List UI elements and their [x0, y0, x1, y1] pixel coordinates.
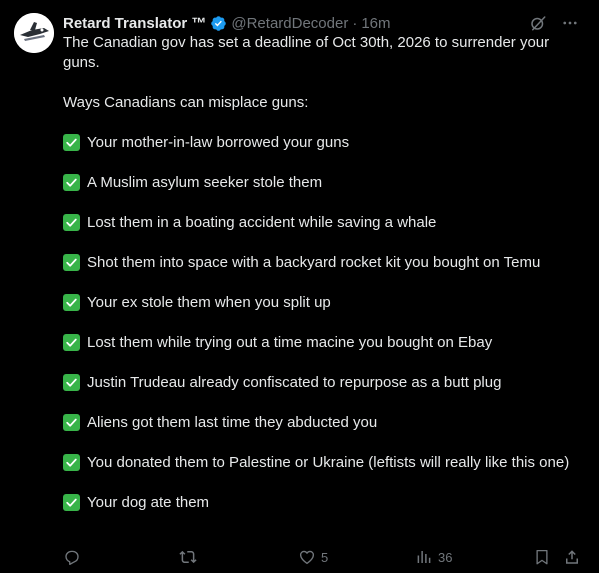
list-item-text: Your ex stole them when you split up: [87, 294, 331, 311]
views-icon: [417, 551, 431, 563]
views-count: 36: [438, 549, 453, 565]
tweet-intro: The Canadian gov has set a deadline of O…: [63, 34, 550, 71]
list-item-text: Justin Trudeau already confiscated to re…: [87, 374, 502, 391]
tweet-list: Your mother-in-law borrowed your guns A M…: [63, 133, 583, 513]
more-icon[interactable]: [561, 14, 579, 32]
list-item-text: You donated them to Palestine or Ukraine…: [87, 454, 570, 471]
check-mark-icon: [63, 214, 80, 231]
tweet-text: The Canadian gov has set a deadline of O…: [63, 33, 583, 513]
list-item-text: A Muslim asylum seeker stole them: [87, 174, 323, 191]
avatar[interactable]: [14, 13, 54, 53]
check-mark-icon: [63, 454, 80, 471]
check-mark-icon: [63, 254, 80, 271]
share-button[interactable]: [563, 546, 581, 568]
list-item: Your ex stole them when you split up: [63, 293, 583, 313]
tweet-lead: Ways Canadians can misplace guns:: [63, 94, 309, 111]
list-item: Your mother-in-law borrowed your guns: [63, 133, 583, 153]
check-mark-icon: [63, 374, 80, 391]
author-handle[interactable]: @RetardDecoder: [231, 15, 348, 32]
list-item: A Muslim asylum seeker stole them: [63, 173, 583, 193]
list-item: Lost them in a boating accident while sa…: [63, 213, 583, 233]
reply-icon: [65, 550, 79, 566]
check-mark-icon: [63, 134, 80, 151]
check-mark-icon: [63, 494, 80, 511]
list-item: You donated them to Palestine or Ukraine…: [63, 453, 583, 473]
like-button[interactable]: 5: [298, 546, 328, 568]
check-mark-icon: [63, 414, 80, 431]
bookmark-icon: [536, 549, 548, 565]
share-icon: [566, 550, 578, 564]
check-mark-icon: [63, 334, 80, 351]
header-actions: [529, 12, 579, 34]
tweet-header: Retard Translator ™ @RetardDecoder · 16m: [63, 12, 579, 34]
list-item: Justin Trudeau already confiscated to re…: [63, 373, 583, 393]
author-name[interactable]: Retard Translator ™: [63, 15, 206, 32]
check-mark-icon: [63, 294, 80, 311]
verified-badge-icon: [211, 15, 227, 31]
list-item-text: Your mother-in-law borrowed your guns: [87, 134, 350, 151]
check-mark-icon: [63, 174, 80, 191]
grok-icon[interactable]: [529, 14, 547, 32]
list-item: Your dog ate them: [63, 493, 583, 513]
list-item-text: Shot them into space with a backyard roc…: [87, 254, 541, 271]
list-item: Aliens got them last time they abducted …: [63, 413, 583, 433]
list-item: Lost them while trying out a time macine…: [63, 333, 583, 353]
views-button[interactable]: 36: [415, 546, 452, 568]
separator-dot: ·: [352, 14, 358, 32]
list-item-text: Lost them in a boating accident while sa…: [87, 214, 437, 231]
list-item-text: Aliens got them last time they abducted …: [87, 414, 378, 431]
retweet-icon: [179, 550, 197, 564]
list-item-text: Your dog ate them: [87, 494, 210, 511]
like-icon: [299, 550, 315, 565]
retweet-button[interactable]: [178, 546, 203, 568]
tweet: Retard Translator ™ @RetardDecoder · 16m: [0, 0, 599, 573]
action-bar: 5 36: [63, 546, 583, 568]
list-item: Shot them into space with a backyard roc…: [63, 253, 583, 273]
avatar-image: [14, 13, 54, 53]
timestamp[interactable]: 16m: [361, 15, 390, 32]
reply-button[interactable]: [63, 546, 86, 568]
like-count: 5: [321, 549, 329, 565]
list-item-text: Lost them while trying out a time macine…: [87, 334, 493, 351]
bookmark-button[interactable]: [533, 546, 551, 568]
